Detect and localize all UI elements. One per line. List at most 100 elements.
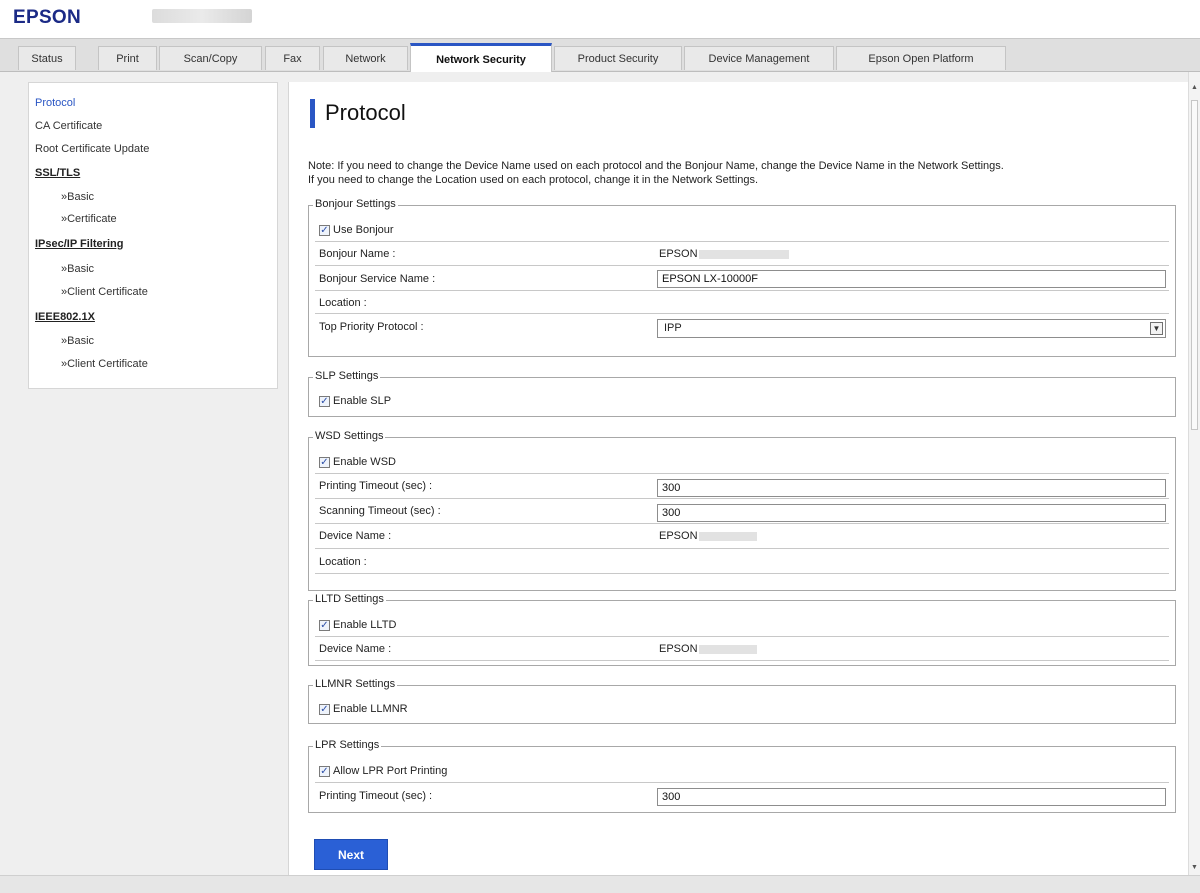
- checkbox-checked-icon: ✓: [319, 456, 330, 468]
- wsd-device-name-row: Device Name : EPSON: [315, 525, 1169, 549]
- tab-fax[interactable]: Fax: [265, 46, 320, 70]
- wsd-enable-row: ✓ Enable WSD: [315, 450, 1169, 474]
- vertical-scrollbar[interactable]: ▲ ▼: [1188, 72, 1200, 875]
- wsd-location-row: Location :: [315, 550, 1169, 574]
- top-priority-protocol-select[interactable]: IPP ▼: [657, 319, 1166, 338]
- bonjour-location-row: Location :: [315, 292, 1169, 314]
- bonjour-service-name-label: Bonjour Service Name :: [319, 273, 436, 285]
- bonjour-settings-legend: Bonjour Settings: [313, 198, 398, 210]
- tab-product-security[interactable]: Product Security: [554, 46, 682, 70]
- bonjour-use-row: ✓ Use Bonjour: [315, 218, 1169, 242]
- enable-lltd-checkbox[interactable]: ✓ Enable LLTD: [319, 619, 396, 631]
- sidebar-item-ssl-certificate[interactable]: »Certificate: [61, 213, 117, 225]
- bonjour-name-row: Bonjour Name : EPSON: [315, 243, 1169, 266]
- enable-slp-label: Enable SLP: [333, 395, 392, 407]
- header: EPSON: [0, 0, 1200, 34]
- lltd-device-name-label: Device Name :: [319, 643, 392, 655]
- wsd-location-label: Location :: [319, 556, 367, 568]
- enable-wsd-label: Enable WSD: [333, 456, 396, 468]
- lltd-device-name-row: Device Name : EPSON: [315, 638, 1169, 661]
- scroll-up-arrow-icon[interactable]: ▲: [1191, 84, 1198, 91]
- wsd-print-timeout-row: Printing Timeout (sec) : 300: [315, 475, 1169, 499]
- checkbox-checked-icon: ✓: [319, 765, 330, 777]
- slp-settings-legend: SLP Settings: [313, 370, 381, 382]
- bonjour-service-name-input[interactable]: EPSON LX-10000F: [657, 270, 1166, 288]
- top-priority-protocol-value: IPP: [664, 322, 682, 334]
- sidebar-item-ipsec-basic[interactable]: »Basic: [61, 263, 94, 275]
- use-bonjour-checkbox[interactable]: ✓ Use Bonjour: [319, 224, 394, 236]
- note-line-1: Note: If you need to change the Device N…: [308, 160, 1004, 172]
- status-bar: [0, 875, 1200, 893]
- tab-print[interactable]: Print: [98, 46, 157, 70]
- bonjour-location-label: Location :: [319, 297, 367, 309]
- enable-slp-checkbox[interactable]: ✓ Enable SLP: [319, 395, 391, 407]
- sidebar-item-root-certificate-update[interactable]: Root Certificate Update: [35, 143, 149, 155]
- lpr-settings-group: LPR Settings ✓ Allow LPR Port Printing P…: [308, 739, 1176, 813]
- lltd-settings-legend: LLTD Settings: [313, 593, 386, 605]
- note-line-2: If you need to change the Location used …: [308, 174, 759, 186]
- tab-network-security[interactable]: Network Security: [410, 43, 552, 73]
- enable-llmnr-label: Enable LLMNR: [333, 703, 408, 715]
- lltd-enable-row: ✓ Enable LLTD: [315, 613, 1169, 637]
- main-tabs: Status Print Scan/Copy Fax Network Netwo…: [0, 38, 1200, 73]
- model-name-redacted: [152, 9, 252, 23]
- tab-network[interactable]: Network: [323, 46, 408, 70]
- sidebar-heading-ssl-tls: SSL/TLS: [35, 167, 81, 179]
- enable-wsd-checkbox[interactable]: ✓ Enable WSD: [319, 456, 396, 468]
- scroll-down-arrow-icon[interactable]: ▼: [1191, 864, 1198, 871]
- sidebar-item-ieee-client-certificate[interactable]: »Client Certificate: [61, 358, 148, 370]
- checkbox-checked-icon: ✓: [319, 224, 330, 236]
- sidebar-item-ieee-basic[interactable]: »Basic: [61, 335, 94, 347]
- next-button[interactable]: Next: [314, 839, 388, 870]
- lltd-device-name-value: EPSON: [659, 643, 757, 655]
- scrollbar-thumb[interactable]: [1191, 100, 1198, 430]
- wsd-scanning-timeout-input[interactable]: 300: [657, 504, 1166, 522]
- tab-status[interactable]: Status: [18, 46, 76, 70]
- redacted-text: [698, 644, 757, 654]
- wsd-printing-timeout-input[interactable]: 300: [657, 479, 1166, 497]
- sidebar-item-ca-certificate[interactable]: CA Certificate: [35, 120, 102, 132]
- allow-lpr-port-printing-checkbox[interactable]: ✓ Allow LPR Port Printing: [319, 765, 447, 777]
- lltd-settings-group: LLTD Settings ✓ Enable LLTD Device Name …: [308, 593, 1176, 666]
- tab-device-management[interactable]: Device Management: [684, 46, 834, 70]
- chevron-down-icon[interactable]: ▼: [1150, 322, 1163, 335]
- wsd-settings-legend: WSD Settings: [313, 430, 386, 442]
- wsd-settings-group: WSD Settings ✓ Enable WSD Printing Timeo…: [308, 430, 1176, 591]
- slp-settings-group: SLP Settings ✓ Enable SLP: [308, 370, 1176, 417]
- sidebar-item-ssl-basic[interactable]: »Basic: [61, 191, 94, 203]
- wsd-printing-timeout-label: Printing Timeout (sec) :: [319, 480, 433, 492]
- llmnr-settings-legend: LLMNR Settings: [313, 678, 398, 690]
- sidebar-item-ipsec-client-certificate[interactable]: »Client Certificate: [61, 286, 148, 298]
- sidebar: Protocol CA Certificate Root Certificate…: [28, 82, 278, 389]
- page-title: Protocol: [325, 100, 406, 125]
- top-priority-protocol-label: Top Priority Protocol :: [319, 321, 424, 333]
- checkbox-checked-icon: ✓: [319, 395, 330, 407]
- enable-lltd-label: Enable LLTD: [333, 619, 397, 631]
- lpr-printing-timeout-label: Printing Timeout (sec) :: [319, 790, 433, 802]
- sidebar-item-protocol[interactable]: Protocol: [35, 97, 75, 109]
- sidebar-heading-ieee8021x: IEEE802.1X: [35, 311, 95, 323]
- enable-llmnr-checkbox[interactable]: ✓ Enable LLMNR: [319, 703, 408, 715]
- title-accent-bar: [310, 99, 315, 128]
- wsd-device-name-value: EPSON: [659, 530, 757, 542]
- wsd-scanning-timeout-label: Scanning Timeout (sec) :: [319, 505, 441, 517]
- main-area: Protocol CA Certificate Root Certificate…: [0, 72, 1188, 875]
- epson-logo: EPSON: [13, 7, 82, 28]
- lpr-printing-timeout-input[interactable]: 300: [657, 788, 1166, 806]
- bonjour-name-label: Bonjour Name :: [319, 248, 396, 260]
- llmnr-settings-group: LLMNR Settings ✓ Enable LLMNR: [308, 678, 1176, 724]
- use-bonjour-label: Use Bonjour: [333, 224, 394, 236]
- tab-scan-copy[interactable]: Scan/Copy: [159, 46, 262, 70]
- bonjour-priority-row: Top Priority Protocol : IPP ▼: [315, 315, 1169, 340]
- redacted-text: [698, 531, 757, 541]
- lpr-settings-legend: LPR Settings: [313, 739, 382, 751]
- bonjour-settings-group: Bonjour Settings ✓ Use Bonjour Bonjour N…: [308, 198, 1176, 357]
- wsd-device-name-label: Device Name :: [319, 530, 392, 542]
- checkbox-checked-icon: ✓: [319, 703, 330, 715]
- redacted-text: [698, 249, 789, 259]
- tab-epson-open-platform[interactable]: Epson Open Platform: [836, 46, 1006, 70]
- bonjour-service-row: Bonjour Service Name : EPSON LX-10000F: [315, 267, 1169, 291]
- bonjour-name-value: EPSON: [659, 248, 789, 260]
- checkbox-checked-icon: ✓: [319, 619, 330, 631]
- allow-lpr-port-printing-label: Allow LPR Port Printing: [333, 765, 448, 777]
